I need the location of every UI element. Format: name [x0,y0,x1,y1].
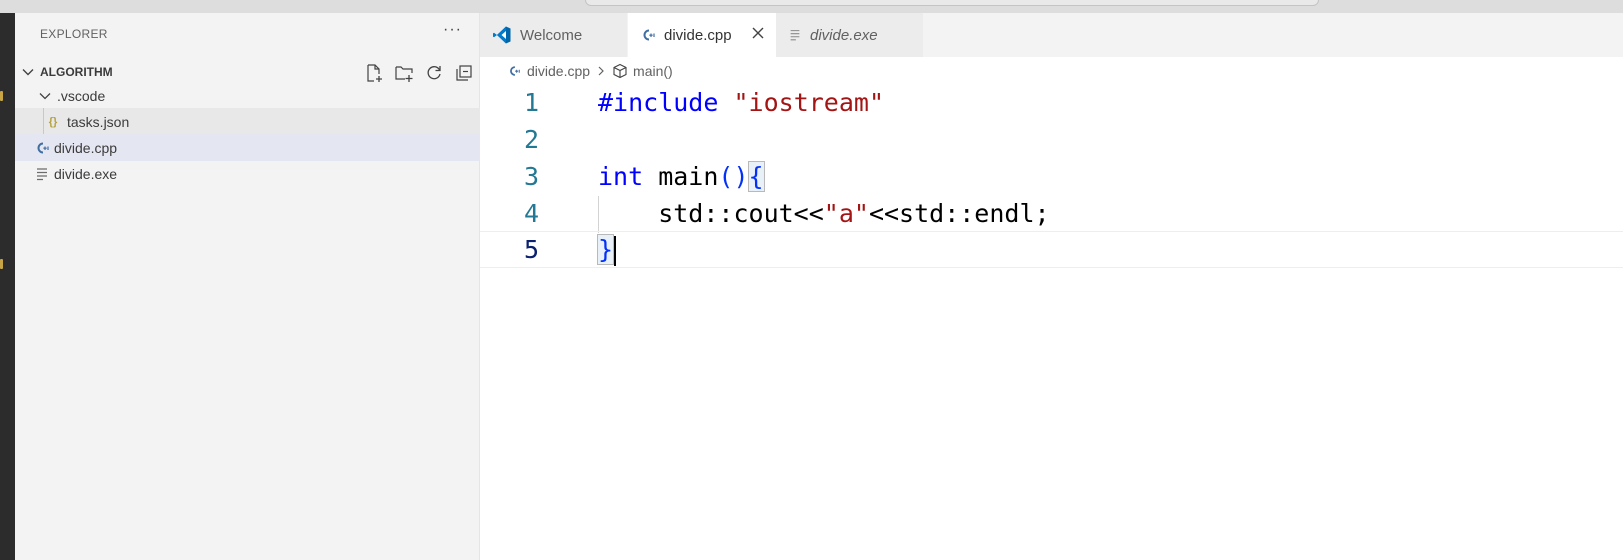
explorer-sidebar: EXPLORER ··· ALGORITHM .vscode {} tasks.… [15,13,480,560]
code-line: 1 #include "iostream" [480,85,1623,122]
breadcrumb-file[interactable]: divide.cpp [507,63,590,79]
binary-file-icon [788,28,802,42]
tab-label: Welcome [520,26,583,44]
code-line: 4 std::cout<<"a"<<std::endl; [480,196,1623,233]
tree-item-tasks-json[interactable]: {} tasks.json [15,108,480,135]
activity-badge [0,259,3,269]
chevron-down-icon [37,88,53,104]
line-number: 5 [524,235,540,264]
cpp-file-icon [507,64,521,78]
tab-label: divide.cpp [664,26,732,44]
folder-name: ALGORITHM [40,65,113,79]
breadcrumb-symbol[interactable]: main() [612,63,673,79]
binary-file-icon [34,166,50,182]
command-center-search[interactable] [585,0,1319,6]
tree-item-label: divide.cpp [54,139,118,156]
line-number: 4 [524,199,540,228]
code-text: std::cout<<"a"<<std::endl; [598,199,1050,228]
cpp-file-icon [34,140,50,156]
more-actions-icon[interactable]: ··· [443,21,462,39]
explorer-title: EXPLORER [40,27,108,41]
refresh-icon[interactable] [423,62,445,84]
tree-item-vscode-folder[interactable]: .vscode [15,82,480,109]
close-icon[interactable] [750,25,766,45]
text-cursor [614,236,617,266]
code-text: int main(){ [598,161,765,192]
chevron-right-icon [596,65,606,77]
code-text: } [596,234,617,266]
code-line: 2 [480,122,1623,159]
tab-divide-cpp[interactable]: divide.cpp [628,13,776,57]
line-number: 2 [524,125,540,154]
vscode-logo-icon [492,25,512,45]
tree-item-label: tasks.json [67,113,130,130]
new-folder-icon[interactable] [393,62,415,84]
tab-divide-exe[interactable]: divide.exe [776,13,924,57]
collapse-all-icon[interactable] [453,62,475,84]
cube-symbol-icon [612,63,628,79]
tree-item-label: divide.exe [54,165,118,182]
chevron-down-icon [21,65,35,82]
new-file-icon[interactable] [363,62,385,84]
activity-badge [0,91,3,101]
editor-tabs: Welcome divide.cpp divide.exe [480,13,1623,57]
breadcrumb-symbol-label: main() [633,63,673,79]
title-bar [0,0,1623,13]
code-text: #include "iostream" [598,88,884,117]
breadcrumb-file-label: divide.cpp [527,63,591,79]
tree-item-divide-cpp[interactable]: divide.cpp [15,134,480,161]
activity-bar [0,13,15,560]
code-line: 3 int main(){ [480,159,1623,196]
explorer-actions [363,62,475,84]
indent-guide [43,108,44,135]
cpp-file-icon [640,27,656,43]
line-number: 1 [524,88,540,117]
tab-welcome[interactable]: Welcome [480,13,628,57]
code-line-current: 5 } [480,231,1623,268]
tree-item-label: .vscode [57,87,106,104]
breadcrumb: divide.cpp main() [480,57,1623,85]
json-braces-icon: {} [48,115,58,128]
tree-item-divide-exe[interactable]: divide.exe [15,160,480,187]
line-number: 3 [524,162,540,191]
code-editor[interactable]: 1 #include "iostream" 2 3 int main(){ 4 … [480,85,1623,560]
tab-label: divide.exe [810,26,878,44]
